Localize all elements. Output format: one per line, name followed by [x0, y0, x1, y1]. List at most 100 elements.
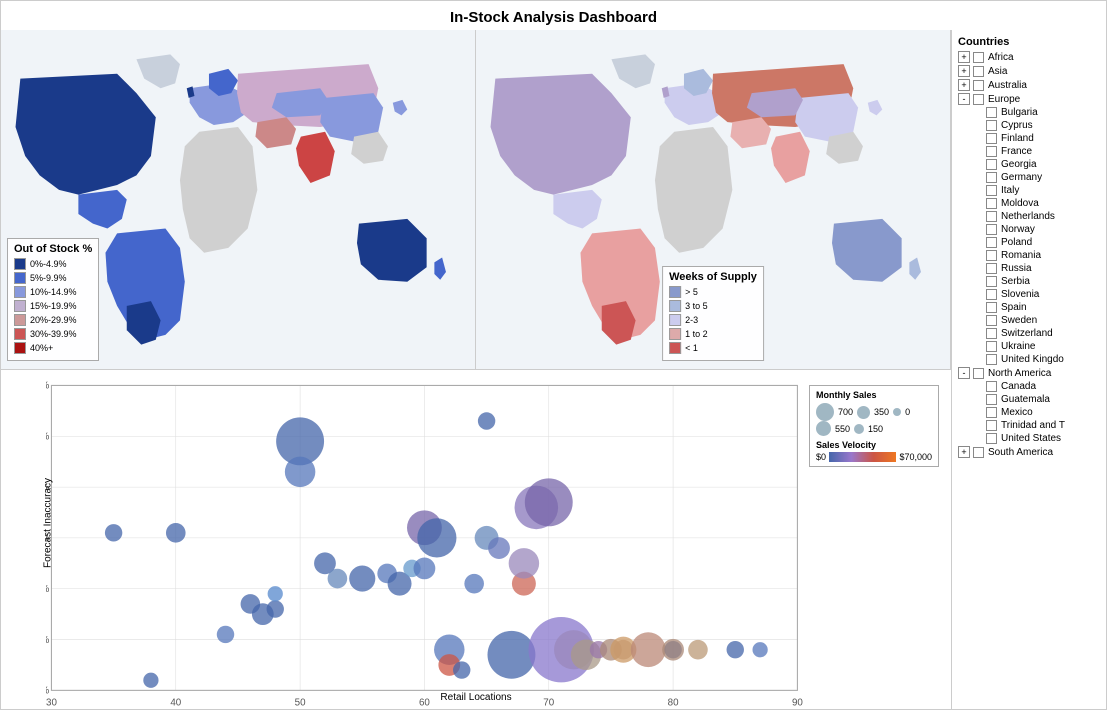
legend-item-5: 30%-39.9%: [14, 328, 92, 340]
sidebar-child-netherlands[interactable]: Netherlands: [958, 211, 1100, 222]
sidebar-parent-asia[interactable]: +Asia: [958, 65, 1100, 77]
sidebar-child-romania[interactable]: Romania: [958, 250, 1100, 261]
velocity-gradient: [829, 452, 896, 462]
tree-checkbox-bulgaria[interactable]: [986, 107, 997, 118]
legend-color-2: [14, 286, 26, 298]
sidebar-parent-australia[interactable]: +Australia: [958, 79, 1100, 91]
map-north-america: [16, 74, 156, 195]
tree-label-romania: Romania: [1001, 250, 1041, 261]
tree-checkbox-asia[interactable]: [973, 66, 984, 77]
tree-checkbox-north-america[interactable]: [973, 368, 984, 379]
map-africa: [180, 127, 257, 253]
sidebar-child-sweden[interactable]: Sweden: [958, 315, 1100, 326]
sidebar-parent-africa[interactable]: +Africa: [958, 51, 1100, 63]
tree-checkbox-ukraine[interactable]: [986, 341, 997, 352]
sidebar-parent-north-america[interactable]: -North America: [958, 367, 1100, 379]
y-axis-label: Forecast Inaccuracy: [43, 478, 54, 568]
sidebar-child-ukraine[interactable]: Ukraine: [958, 341, 1100, 352]
sidebar-child-russia[interactable]: Russia: [958, 263, 1100, 274]
tree-checkbox-united-kingdo[interactable]: [986, 354, 997, 365]
tree-toggle-asia[interactable]: +: [958, 65, 970, 77]
tree-checkbox-georgia[interactable]: [986, 159, 997, 170]
sidebar-child-poland[interactable]: Poland: [958, 237, 1100, 248]
sidebar-child-canada[interactable]: Canada: [958, 381, 1100, 392]
sidebar-child-switzerland[interactable]: Switzerland: [958, 328, 1100, 339]
maps-row: Out of Stock % 0%-4.9% 5%-9.9% 10%-14.9%: [1, 30, 951, 370]
legend-color-3: [14, 300, 26, 312]
legend-item-6: 40%+: [14, 342, 92, 354]
tree-toggle-australia[interactable]: +: [958, 79, 970, 91]
sidebar-child-finland[interactable]: Finland: [958, 133, 1100, 144]
tree-toggle-europe[interactable]: -: [958, 93, 970, 105]
velocity-max: $70,000: [899, 452, 932, 462]
tree-checkbox-slovenia[interactable]: [986, 289, 997, 300]
tree-checkbox-russia[interactable]: [986, 263, 997, 274]
tree-checkbox-south-america[interactable]: [973, 447, 984, 458]
legend-label-1: 5%-9.9%: [30, 273, 67, 283]
sidebar-child-germany[interactable]: Germany: [958, 172, 1100, 183]
svg-text:10%: 10%: [46, 635, 50, 646]
rlegend-label-3: 1 to 2: [685, 329, 708, 339]
sidebar-child-serbia[interactable]: Serbia: [958, 276, 1100, 287]
ms-circle-700: [816, 403, 834, 421]
tree-checkbox-germany[interactable]: [986, 172, 997, 183]
rmap-australia: [832, 219, 902, 282]
sidebar-child-trinidad-and-t[interactable]: Trinidad and T: [958, 420, 1100, 431]
sidebar-parent-south-america[interactable]: +South America: [958, 446, 1100, 458]
ms-circle-0: [893, 408, 901, 416]
sidebar-child-united-kingdo[interactable]: United Kingdo: [958, 354, 1100, 365]
tree-checkbox-finland[interactable]: [986, 133, 997, 144]
sidebar-parent-europe[interactable]: -Europe: [958, 93, 1100, 105]
rlegend-item-0: > 5: [669, 286, 757, 298]
tree-checkbox-united-states[interactable]: [986, 433, 997, 444]
tree-checkbox-guatemala[interactable]: [986, 394, 997, 405]
sidebar-child-italy[interactable]: Italy: [958, 185, 1100, 196]
tree-checkbox-italy[interactable]: [986, 185, 997, 196]
tree-checkbox-poland[interactable]: [986, 237, 997, 248]
tree-checkbox-sweden[interactable]: [986, 315, 997, 326]
sidebar-child-norway[interactable]: Norway: [958, 224, 1100, 235]
tree-checkbox-norway[interactable]: [986, 224, 997, 235]
tree-checkbox-switzerland[interactable]: [986, 328, 997, 339]
tree-toggle-africa[interactable]: +: [958, 51, 970, 63]
tree-checkbox-serbia[interactable]: [986, 276, 997, 287]
rlegend-label-1: 3 to 5: [685, 301, 708, 311]
sidebar-child-slovenia[interactable]: Slovenia: [958, 289, 1100, 300]
tree-checkbox-spain[interactable]: [986, 302, 997, 313]
map-left: Out of Stock % 0%-4.9% 5%-9.9% 10%-14.9%: [1, 30, 476, 369]
tree-checkbox-africa[interactable]: [973, 52, 984, 63]
tree-checkbox-canada[interactable]: [986, 381, 997, 392]
ms-circle-550: [816, 421, 831, 436]
tree-label-netherlands: Netherlands: [1001, 211, 1055, 222]
tree-checkbox-mexico[interactable]: [986, 407, 997, 418]
tree-checkbox-trinidad-and-t[interactable]: [986, 420, 997, 431]
tree-checkbox-romania[interactable]: [986, 250, 997, 261]
sidebar-child-france[interactable]: France: [958, 146, 1100, 157]
tree-toggle-north america[interactable]: -: [958, 367, 970, 379]
sidebar-child-georgia[interactable]: Georgia: [958, 159, 1100, 170]
tree-label-sweden: Sweden: [1001, 315, 1037, 326]
dashboard-title: In-Stock Analysis Dashboard: [1, 1, 1106, 30]
tree-checkbox-netherlands[interactable]: [986, 211, 997, 222]
tree-checkbox-cyprus[interactable]: [986, 120, 997, 131]
rlegend-item-3: 1 to 2: [669, 328, 757, 340]
sidebar-child-moldova[interactable]: Moldova: [958, 198, 1100, 209]
tree-label-germany: Germany: [1001, 172, 1042, 183]
sidebar-child-guatemala[interactable]: Guatemala: [958, 394, 1100, 405]
tree-toggle-south america[interactable]: +: [958, 446, 970, 458]
tree-checkbox-moldova[interactable]: [986, 198, 997, 209]
legend-label-5: 30%-39.9%: [30, 329, 77, 339]
sidebar-child-spain[interactable]: Spain: [958, 302, 1100, 313]
tree-checkbox-europe[interactable]: [973, 94, 984, 105]
sidebar-child-united-states[interactable]: United States: [958, 433, 1100, 444]
tree-label-united-states: United States: [1001, 433, 1061, 444]
sidebar-child-bulgaria[interactable]: Bulgaria: [958, 107, 1100, 118]
sidebar-child-cyprus[interactable]: Cyprus: [958, 120, 1100, 131]
tree-label-ukraine: Ukraine: [1001, 341, 1035, 352]
sidebar-child-mexico[interactable]: Mexico: [958, 407, 1100, 418]
ms-550: 550: [835, 424, 850, 434]
tree-checkbox-australia[interactable]: [973, 80, 984, 91]
rmap-india: [771, 132, 810, 183]
tree-checkbox-france[interactable]: [986, 146, 997, 157]
legend-color-5: [14, 328, 26, 340]
